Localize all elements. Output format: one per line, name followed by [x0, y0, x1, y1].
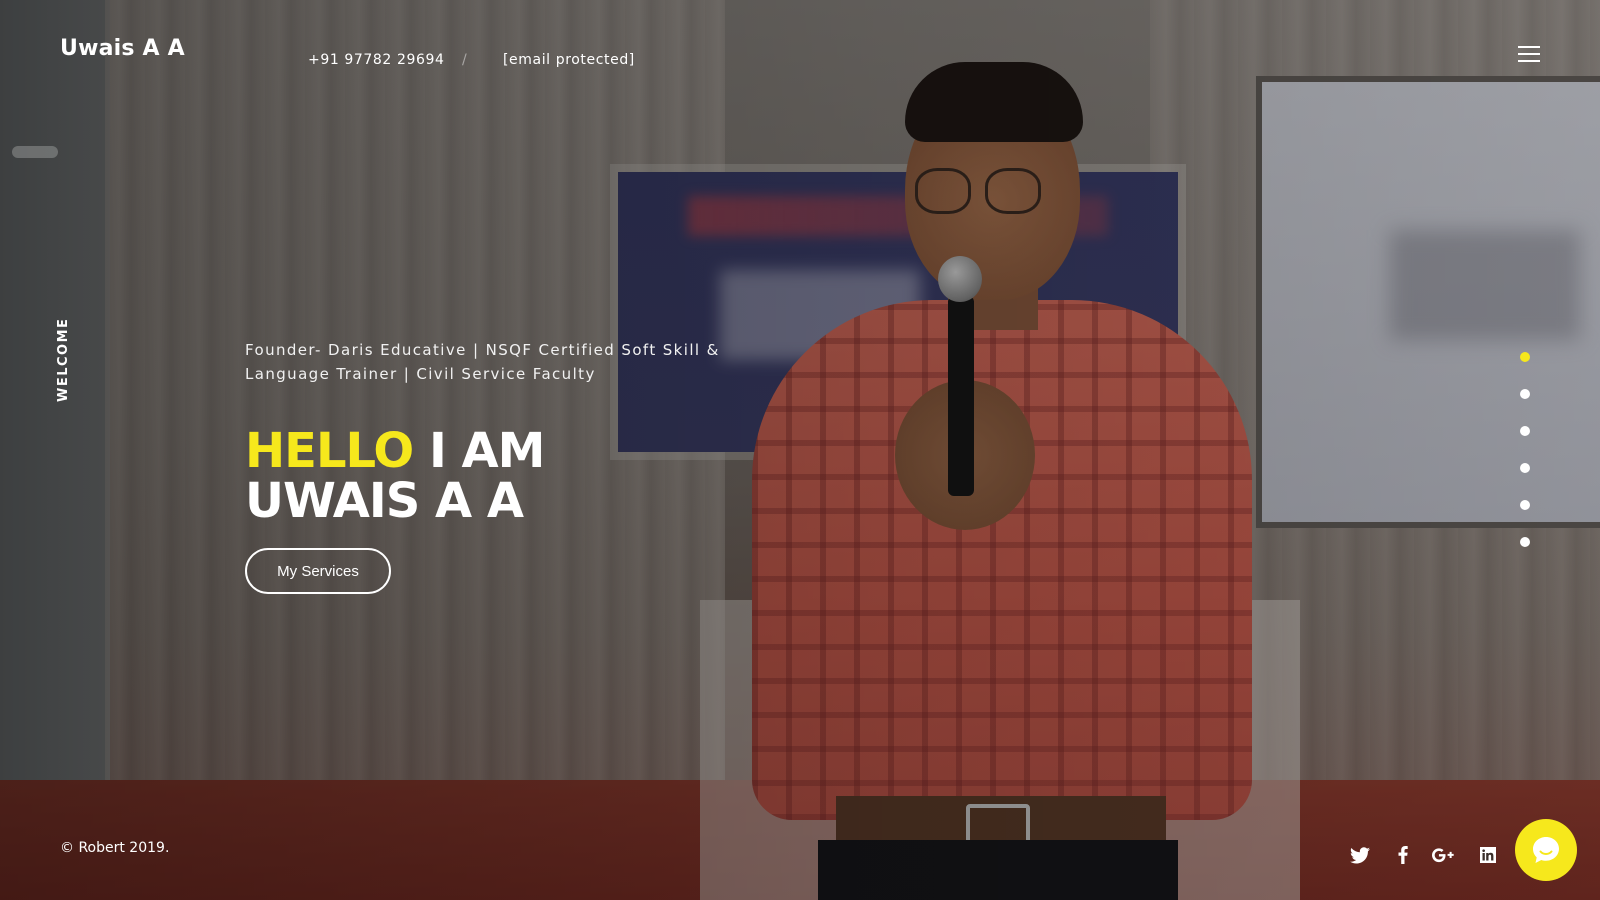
hero-tagline: Founder- Daris Educative | NSQF Certifie…: [245, 341, 720, 383]
hero-section: Uwais A A +91 97782 29694 / [email prote…: [0, 0, 1600, 900]
site-logo[interactable]: Uwais A A: [60, 36, 185, 61]
chat-icon: [1533, 837, 1559, 863]
chat-widget-button[interactable]: [1515, 819, 1577, 881]
hero-title-rest: I AM: [428, 423, 545, 479]
hero-title-highlight: HELLO: [245, 423, 414, 479]
slide-dot-5[interactable]: [1520, 500, 1530, 510]
contact-separator: /: [462, 52, 468, 68]
email-link[interactable]: [email protected]: [503, 52, 635, 68]
menu-icon[interactable]: [1518, 46, 1540, 62]
slide-pagination: [1520, 352, 1532, 574]
facebook-icon[interactable]: [1392, 844, 1414, 866]
hero-title-name: UWAIS A A: [245, 473, 524, 529]
slide-dot-1[interactable]: [1520, 352, 1530, 362]
phone-link[interactable]: +91 97782 29694: [308, 52, 445, 68]
slide-dot-3[interactable]: [1520, 426, 1530, 436]
background-overlay: [0, 0, 1600, 900]
slide-dot-6[interactable]: [1520, 537, 1530, 547]
welcome-label: WELCOME: [56, 317, 71, 402]
twitter-icon[interactable]: [1349, 844, 1371, 866]
slide-dot-2[interactable]: [1520, 389, 1530, 399]
linkedin-icon[interactable]: [1477, 844, 1499, 866]
google-plus-icon[interactable]: [1432, 844, 1454, 866]
copyright-text: © Robert 2019.: [60, 840, 170, 856]
hero-title: HELLO I AM UWAIS A A: [245, 423, 545, 529]
slide-dot-4[interactable]: [1520, 463, 1530, 473]
my-services-button[interactable]: My Services: [245, 548, 391, 594]
